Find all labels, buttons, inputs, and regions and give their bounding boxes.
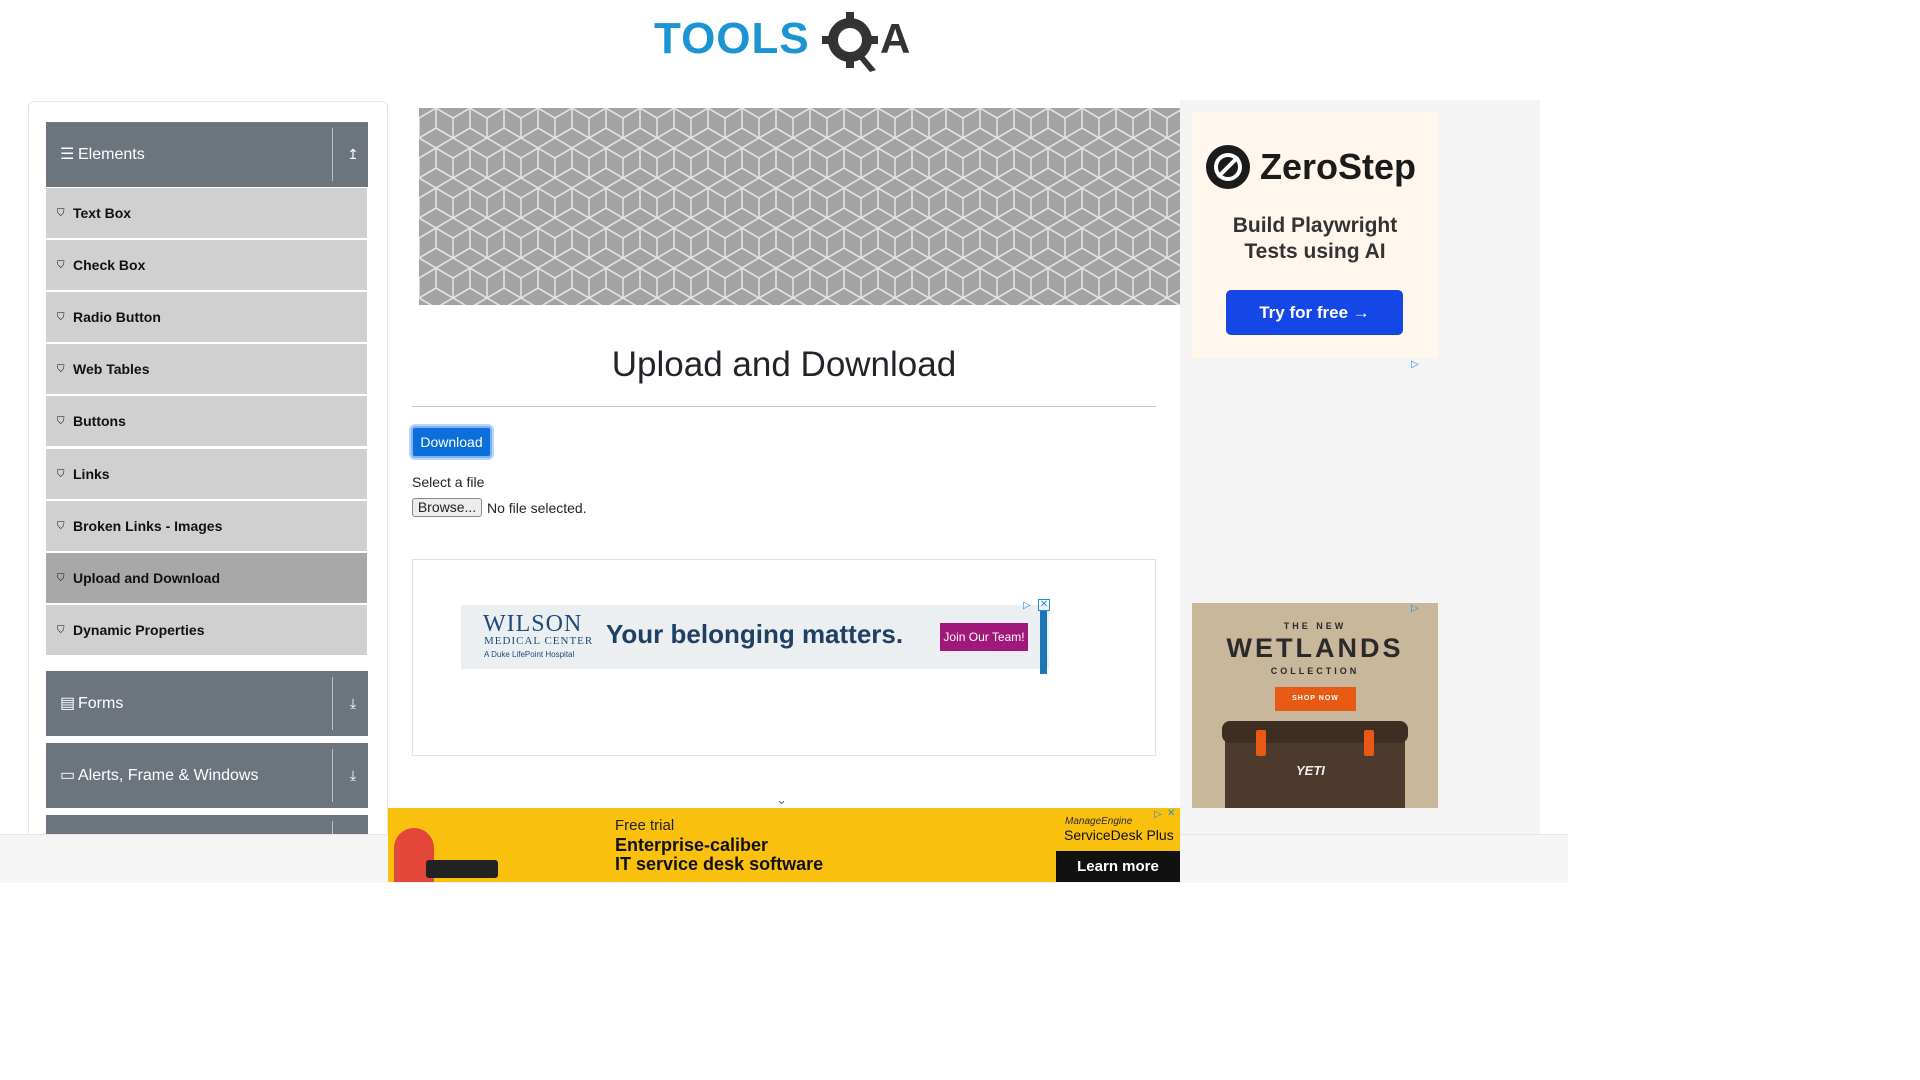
page-title: Upload and Download xyxy=(611,345,957,384)
ad-line-3: COLLECTION xyxy=(1270,666,1360,676)
group-forms[interactable]: ▤ Forms ⤓ xyxy=(46,671,368,736)
sidebar-item-label: Check Box xyxy=(73,257,146,273)
sidebar-item-label: Web Tables xyxy=(73,361,150,377)
html5-icon: ⛉ xyxy=(57,625,65,636)
html5-icon: ⛉ xyxy=(57,521,65,532)
cooler-latch xyxy=(1256,730,1266,756)
sidebar-item-label: Upload and Download xyxy=(73,570,220,586)
download-button[interactable]: Download xyxy=(411,426,492,458)
html5-icon: ⛉ xyxy=(57,260,65,271)
file-status-text: No file selected. xyxy=(487,500,587,516)
group-elements[interactable]: ☰ Elements ↥ xyxy=(46,122,368,187)
collapse-icon[interactable]: ↥ xyxy=(338,122,368,187)
group-label: Alerts, Frame & Windows xyxy=(78,767,259,784)
sidebar-item-label: Radio Button xyxy=(73,309,161,325)
ad-line-2: WETLANDS xyxy=(1226,633,1404,663)
yeti-ad[interactable]: THE NEW WETLANDS COLLECTION SHOP NOW YET… xyxy=(1192,603,1438,808)
ad-line-2: Enterprise-caliber xyxy=(615,835,769,855)
divider xyxy=(332,128,333,181)
html5-icon: ⛉ xyxy=(57,573,65,584)
svg-text:A: A xyxy=(880,15,910,62)
zerostep-logo-icon xyxy=(1206,145,1250,189)
group-alerts-frame-windows[interactable]: ▭ Alerts, Frame & Windows ⤓ xyxy=(46,743,368,808)
chevron-down-icon[interactable]: ⌄ xyxy=(776,792,787,808)
html5-icon: ⛉ xyxy=(57,364,65,375)
wilson-logo-text: WILSON xyxy=(483,611,583,637)
divider xyxy=(332,749,333,802)
sidebar-item-label: Links xyxy=(73,466,110,482)
html5-icon: ⛉ xyxy=(57,208,65,219)
ad-line-3: IT service desk software xyxy=(615,854,824,874)
form-icon: ▤ xyxy=(60,695,76,712)
yeti-brand: YETI xyxy=(1296,763,1325,778)
shop-now-button[interactable]: SHOP NOW xyxy=(1275,687,1356,711)
gear-icon xyxy=(822,12,878,72)
ad-line-1: THE NEW xyxy=(1283,621,1347,631)
ad-close-icon[interactable]: ✕ xyxy=(1038,599,1050,611)
wilson-ad[interactable]: WILSON MEDICAL CENTER A Duke LifePoint H… xyxy=(461,605,1049,674)
hero-banner xyxy=(419,108,1180,305)
zerostep-headline: Build Playwright Tests using AI xyxy=(1232,214,1398,263)
sidebar-item-links[interactable]: ⛉ Links xyxy=(46,449,367,500)
html5-icon: ⛉ xyxy=(57,469,65,480)
toolsqa-logo[interactable]: TOOLS A xyxy=(654,10,918,76)
brand-manageengine: ManageEngine xyxy=(1065,816,1133,827)
try-for-free-button[interactable]: Try for free → xyxy=(1226,290,1403,335)
cooler-latch xyxy=(1364,730,1374,756)
sidebar-item-text-box[interactable]: ⛉ Text Box xyxy=(46,188,367,239)
ad-tagline: Your belonging matters. xyxy=(606,619,904,649)
sidebar-item-dynamic-properties[interactable]: ⛉ Dynamic Properties xyxy=(46,605,367,656)
sidebar-item-upload-download[interactable]: ⛉ Upload and Download xyxy=(46,553,367,604)
ad-close-icon[interactable]: ✕ xyxy=(1167,808,1175,819)
adchoices-icon[interactable]: ▷ xyxy=(1154,809,1162,820)
ad-cta-button[interactable]: Join Our Team! xyxy=(940,623,1028,651)
zerostep-name: ZeroStep xyxy=(1260,146,1417,187)
adchoices-icon[interactable]: ▷ xyxy=(1411,359,1419,370)
window-icon: ▭ xyxy=(60,767,76,784)
browse-button[interactable]: Browse... xyxy=(412,498,482,517)
expand-icon[interactable]: ⤓ xyxy=(338,743,368,808)
menu-icon: ☰ xyxy=(60,146,75,163)
cooler-lid xyxy=(1222,721,1408,743)
wilson-logo-subtext: MEDICAL CENTER xyxy=(484,635,594,647)
divider xyxy=(332,677,333,730)
sidebar-item-check-box[interactable]: ⛉ Check Box xyxy=(46,240,367,291)
left-sidebar: ☰ Elements ↥ ⛉ Text Box ⛉ Check Box ⛉ Radio … xyxy=(28,101,388,882)
ad-stripe xyxy=(1040,611,1047,674)
sidebar-item-label: Broken Links - Images xyxy=(73,518,223,534)
sidebar-item-label: Buttons xyxy=(73,413,126,429)
ad-line-1: Free trial xyxy=(615,817,675,834)
title-divider xyxy=(412,406,1156,407)
brand-servicedesk: ServiceDesk Plus xyxy=(1064,827,1174,843)
learn-more-button[interactable]: Learn more xyxy=(1056,851,1180,882)
html5-icon: ⛉ xyxy=(57,312,65,323)
adchoices-icon[interactable]: ▷ xyxy=(1411,603,1419,614)
sidebar-item-radio-button[interactable]: ⛉ Radio Button xyxy=(46,292,367,343)
wilson-logo-caption: A Duke LifePoint Hospital xyxy=(484,650,575,659)
adchoices-icon[interactable]: ▷ xyxy=(1023,600,1031,611)
html5-icon: ⛉ xyxy=(57,416,65,427)
select-file-label: Select a file xyxy=(412,474,485,490)
sidebar-item-broken-links[interactable]: ⛉ Broken Links - Images xyxy=(46,501,367,552)
expand-icon[interactable]: ⤓ xyxy=(338,671,368,736)
sidebar-item-label: Dynamic Properties xyxy=(73,622,205,638)
group-label: Forms xyxy=(78,695,124,712)
logo-text-tools: TOOLS xyxy=(654,14,810,63)
sidebar-item-web-tables[interactable]: ⛉ Web Tables xyxy=(46,344,367,395)
sidebar-item-label: Text Box xyxy=(73,205,132,221)
servicedesk-ad[interactable]: Free trial Enterprise-caliber IT service… xyxy=(388,808,1180,882)
group-label: Elements xyxy=(78,146,145,163)
zerostep-ad[interactable]: ZeroStep Build Playwright Tests using AI … xyxy=(1192,112,1438,358)
sidebar-item-buttons[interactable]: ⛉ Buttons xyxy=(46,396,367,447)
laptop-illustration xyxy=(426,860,498,878)
